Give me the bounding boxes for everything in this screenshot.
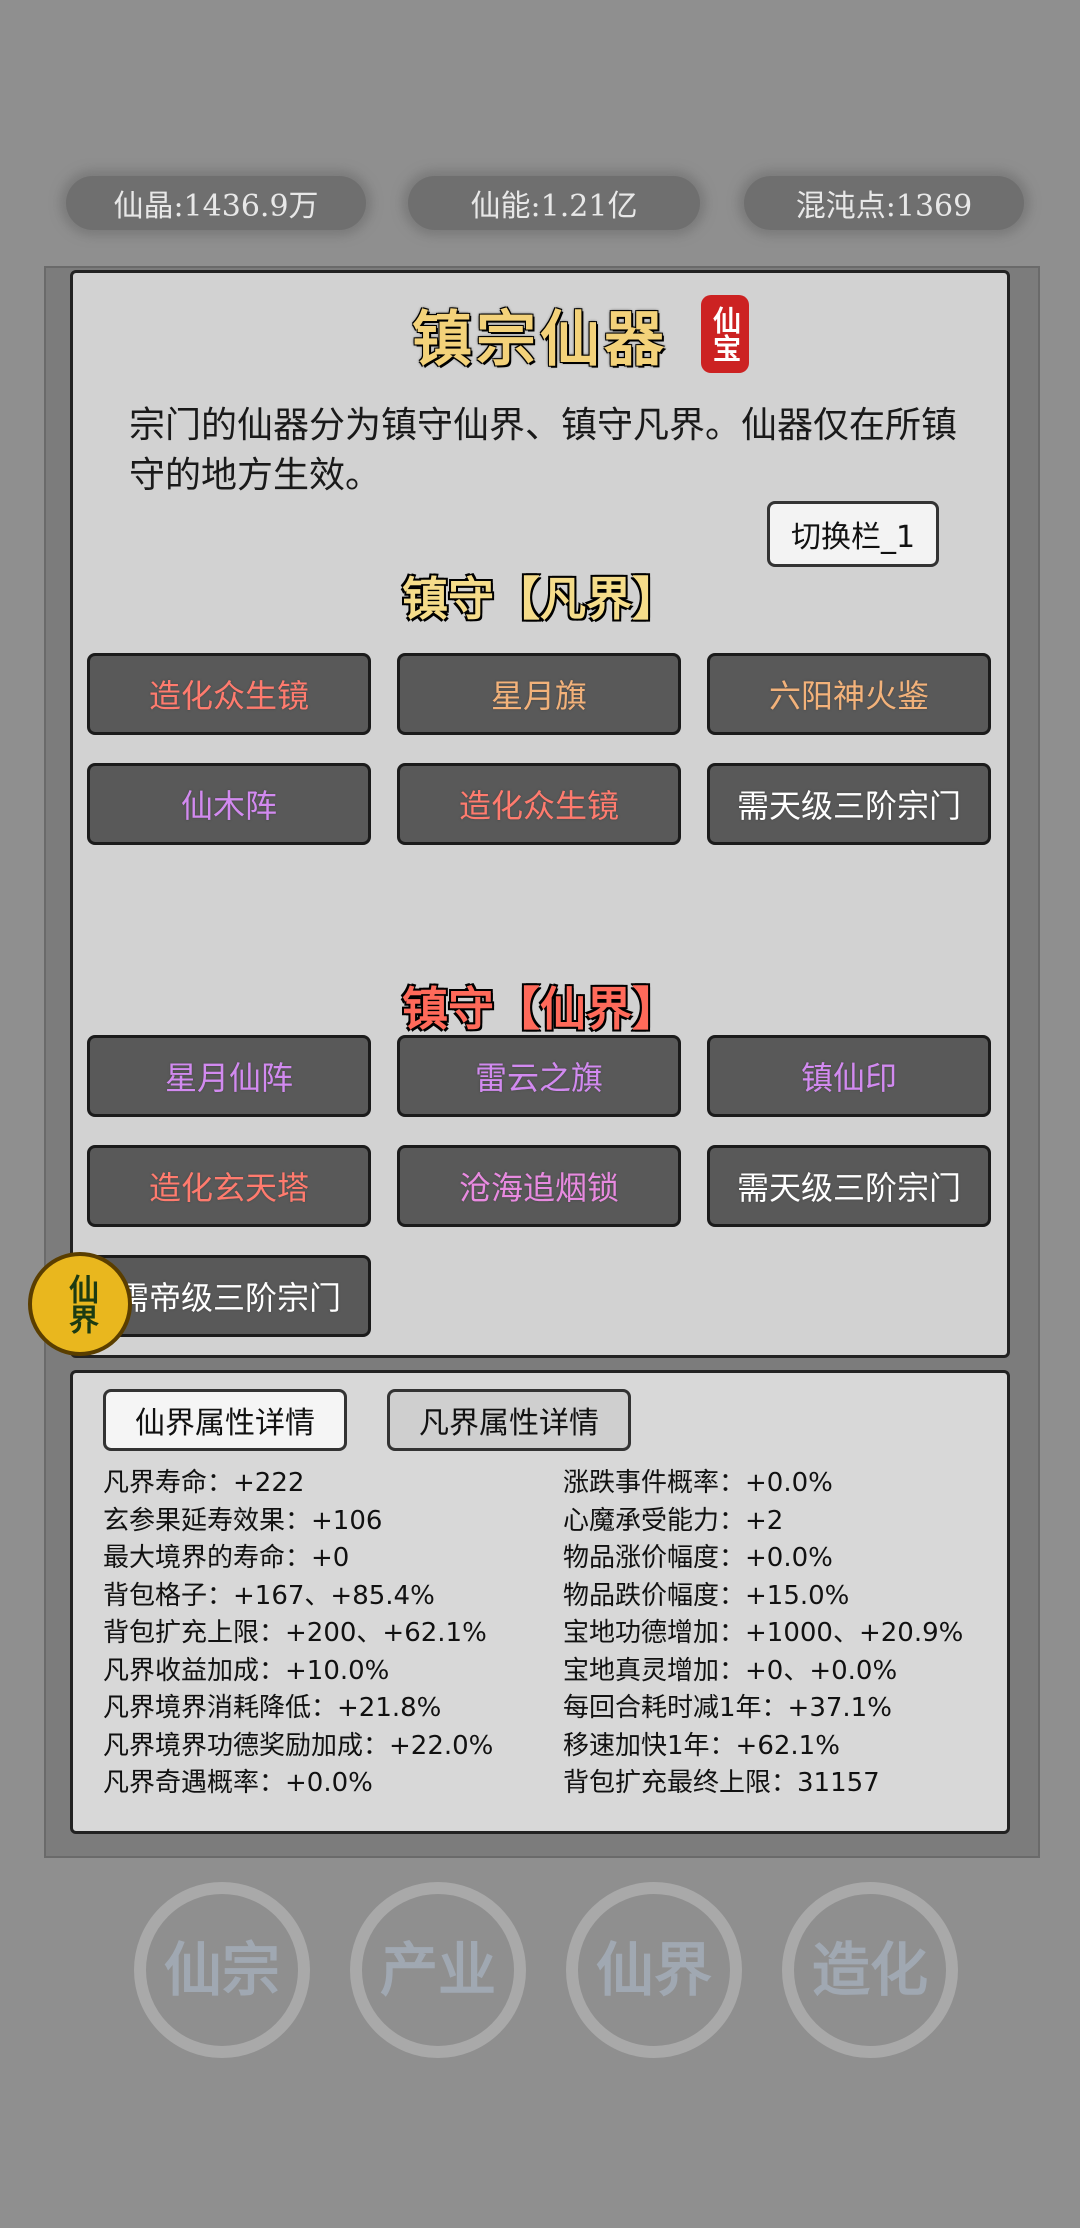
attribute-line: 凡界寿命：+222 xyxy=(103,1468,305,1498)
mortal-artifact-slot[interactable]: 六阳神火鉴 xyxy=(707,653,991,735)
immortal-artifact-slot[interactable]: 需天级三阶宗门 xyxy=(707,1145,991,1227)
attribute-line: 移速加快1年：+62.1% xyxy=(563,1730,840,1761)
nav-label: 仙宗 xyxy=(163,1936,280,2004)
attribute-line: 宝地真灵增加：+0、+0.0% xyxy=(563,1655,898,1686)
attribute-line: 背包格子：+167、+85.4% xyxy=(103,1580,435,1611)
mortal-artifact-slot[interactable]: 仙木阵 xyxy=(87,763,371,845)
attribute-column-left: 凡界寿命：+222 玄参果延寿效果：+106 最大境界的寿命：+0 背包格子：+167… xyxy=(103,1465,493,1803)
attribute-line: 心魔承受能力：+2 xyxy=(563,1505,784,1536)
tab-mortal-details[interactable]: 凡界属性详情 xyxy=(387,1389,631,1451)
attribute-line: 凡界收益加成：+10.0% xyxy=(103,1655,390,1686)
crystal-counter: 仙晶:1436.9万 xyxy=(66,176,366,230)
mortal-artifact-slot[interactable]: 造化众生镜 xyxy=(397,763,681,845)
nav-immortal-realm-button[interactable]: 仙界 xyxy=(566,1882,742,2058)
attribute-line: 凡界境界消耗降低：+21.8% xyxy=(103,1693,442,1723)
tab-immortal-details[interactable]: 仙界属性详情 xyxy=(103,1389,347,1451)
immortal-artifact-slot[interactable]: 星月仙阵 xyxy=(87,1035,371,1117)
badge-label: 仙界 xyxy=(63,1274,98,1334)
attribute-line: 背包扩充上限：+200、+62.1% xyxy=(103,1618,487,1648)
immortal-artifact-slot[interactable]: 造化玄天塔 xyxy=(87,1145,371,1227)
attribute-line: 物品涨价幅度：+0.0% xyxy=(563,1543,833,1573)
mortal-artifact-slot[interactable]: 星月旗 xyxy=(397,653,681,735)
attribute-line: 宝地功德增加：+1000、+20.9% xyxy=(563,1618,964,1648)
treasure-seal: 仙宝 xyxy=(701,295,749,373)
attribute-details-panel: 仙界属性详情 凡界属性详情 凡界寿命：+222 玄参果延寿效果：+106 最大境界的… xyxy=(70,1370,1010,1834)
attribute-line: 物品跌价幅度：+15.0% xyxy=(563,1580,850,1611)
attribute-column-right: 涨跌事件概率：+0.0% 心魔承受能力：+2 物品涨价幅度：+0.0% 物品跌价幅度：… xyxy=(563,1465,963,1803)
attribute-line: 凡界境界功德奖励加成：+22.0% xyxy=(103,1730,494,1761)
immortal-realm-badge[interactable]: 仙界 xyxy=(28,1252,132,1356)
attribute-line: 凡界奇遇概率：+0.0% xyxy=(103,1768,373,1798)
nav-label: 造化 xyxy=(811,1936,928,2004)
nav-creation-button[interactable]: 造化 xyxy=(782,1882,958,2058)
attribute-line: 最大境界的寿命：+0 xyxy=(103,1543,350,1573)
page-title: 镇宗仙器 xyxy=(412,305,668,375)
mortal-section-title: 镇守【凡界】 xyxy=(402,572,678,626)
mortal-artifact-slot[interactable]: 造化众生镜 xyxy=(87,653,371,735)
nav-industry-button[interactable]: 产业 xyxy=(350,1882,526,2058)
immortal-artifact-slot[interactable]: 镇仙印 xyxy=(707,1035,991,1117)
switch-tab-button[interactable]: 切换栏_1 xyxy=(767,501,939,567)
immortal-section-title: 镇守【仙界】 xyxy=(402,982,678,1036)
nav-label: 产业 xyxy=(379,1936,496,2004)
seal-text: 仙宝 xyxy=(709,306,742,362)
attribute-line: 每回合耗时减1年：+37.1% xyxy=(563,1693,892,1723)
energy-counter: 仙能:1.21亿 xyxy=(408,176,700,230)
attribute-line: 玄参果延寿效果：+106 xyxy=(103,1505,383,1536)
artifact-scroll-panel: 镇宗仙器 仙宝 宗门的仙器分为镇守仙界、镇守凡界。仙器仅在所镇守的地方生效。 切… xyxy=(70,270,1010,1358)
description-text: 宗门的仙器分为镇守仙界、镇守凡界。仙器仅在所镇守的地方生效。 xyxy=(129,405,958,496)
nav-label: 仙界 xyxy=(595,1936,712,2004)
chaos-points-counter: 混沌点:1369 xyxy=(744,176,1024,230)
immortal-artifact-slot[interactable]: 沧海追烟锁 xyxy=(397,1145,681,1227)
attribute-line: 背包扩充最终上限：31157 xyxy=(563,1768,880,1798)
immortal-artifact-slot[interactable]: 雷云之旗 xyxy=(397,1035,681,1117)
attribute-line: 涨跌事件概率：+0.0% xyxy=(563,1468,833,1498)
mortal-artifact-slot[interactable]: 需天级三阶宗门 xyxy=(707,763,991,845)
nav-sect-button[interactable]: 仙宗 xyxy=(134,1882,310,2058)
